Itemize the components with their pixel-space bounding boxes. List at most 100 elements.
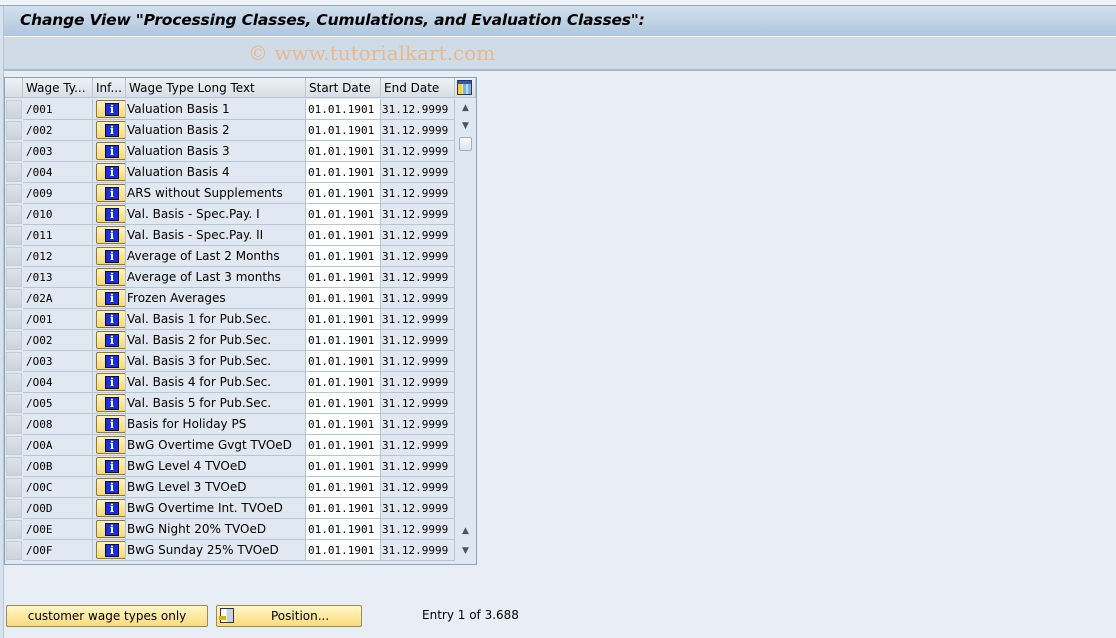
info-button[interactable]: i: [96, 163, 125, 181]
info-button[interactable]: i: [96, 457, 125, 475]
start-date-cell[interactable]: 01.01.1901: [306, 372, 381, 393]
wage-type-cell: /004: [23, 162, 93, 183]
scroll-page-down-icon[interactable]: ▼: [459, 544, 472, 558]
table-row: /004 i Valuation Basis 4 01.01.1901 31.12.99…: [5, 162, 455, 183]
info-icon: i: [105, 376, 119, 389]
start-date-cell[interactable]: 01.01.1901: [306, 456, 381, 477]
info-cell: i: [93, 456, 126, 477]
start-date-cell[interactable]: 01.01.1901: [306, 246, 381, 267]
row-selector[interactable]: [6, 184, 22, 203]
scroll-up-icon[interactable]: ▲: [459, 101, 472, 115]
row-selector[interactable]: [6, 226, 22, 245]
row-selector[interactable]: [6, 205, 22, 224]
scroll-thumb[interactable]: [459, 137, 472, 151]
info-button[interactable]: i: [96, 226, 125, 244]
end-date-cell: 31.12.9999: [381, 519, 455, 540]
start-date-cell[interactable]: 01.01.1901: [306, 99, 381, 120]
position-button[interactable]: Position...: [216, 605, 362, 627]
start-date-cell[interactable]: 01.01.1901: [306, 414, 381, 435]
column-header-end-date[interactable]: End Date: [381, 78, 455, 98]
info-button[interactable]: i: [96, 478, 125, 496]
row-selector[interactable]: [6, 499, 22, 518]
row-selector[interactable]: [6, 394, 22, 413]
info-button[interactable]: i: [96, 520, 125, 538]
row-selector[interactable]: [6, 247, 22, 266]
end-date-cell: 31.12.9999: [381, 162, 455, 183]
row-selector[interactable]: [6, 373, 22, 392]
start-date-cell[interactable]: 01.01.1901: [306, 498, 381, 519]
info-button[interactable]: i: [96, 247, 125, 265]
info-cell: i: [93, 372, 126, 393]
customer-wage-types-only-button[interactable]: customer wage types only: [6, 605, 208, 627]
row-selector[interactable]: [6, 310, 22, 329]
info-button[interactable]: i: [96, 331, 125, 349]
scroll-page-up-icon[interactable]: ▲: [459, 524, 472, 538]
info-button[interactable]: i: [96, 373, 125, 391]
vertical-scrollbar[interactable]: ▲ ▼ ▲ ▼: [456, 99, 475, 563]
row-selector[interactable]: [6, 289, 22, 308]
row-selector[interactable]: [6, 268, 22, 287]
info-button[interactable]: i: [96, 289, 125, 307]
title-bar: Change View "Processing Classes, Cumulat…: [4, 6, 1116, 37]
info-button[interactable]: i: [96, 310, 125, 328]
info-cell: i: [93, 183, 126, 204]
column-header-wage-type[interactable]: Wage Ty...: [23, 78, 93, 98]
start-date-cell[interactable]: 01.01.1901: [306, 309, 381, 330]
row-selector[interactable]: [6, 436, 22, 455]
info-button[interactable]: i: [96, 268, 125, 286]
info-button[interactable]: i: [96, 394, 125, 412]
row-selector[interactable]: [6, 541, 22, 560]
info-button[interactable]: i: [96, 352, 125, 370]
long-text-cell: BwG Night 20% TVOeD: [126, 519, 306, 540]
row-selector[interactable]: [6, 331, 22, 350]
row-selector[interactable]: [6, 520, 22, 539]
info-button[interactable]: i: [96, 541, 125, 559]
start-date-cell[interactable]: 01.01.1901: [306, 435, 381, 456]
start-date-cell[interactable]: 01.01.1901: [306, 477, 381, 498]
row-selector[interactable]: [6, 142, 22, 161]
column-header-long-text[interactable]: Wage Type Long Text: [126, 78, 306, 98]
start-date-cell[interactable]: 01.01.1901: [306, 288, 381, 309]
info-button[interactable]: i: [96, 142, 125, 160]
long-text-cell: Frozen Averages: [126, 288, 306, 309]
row-selector[interactable]: [6, 478, 22, 497]
start-date-cell[interactable]: 01.01.1901: [306, 204, 381, 225]
info-button[interactable]: i: [96, 100, 125, 118]
row-selector[interactable]: [6, 415, 22, 434]
info-icon: i: [105, 355, 119, 368]
table-row: /O0B i BwG Level 4 TVOeD 01.01.1901 31.12.99…: [5, 456, 455, 477]
long-text-cell: Val. Basis 4 for Pub.Sec.: [126, 372, 306, 393]
end-date-cell: 31.12.9999: [381, 435, 455, 456]
start-date-cell[interactable]: 01.01.1901: [306, 351, 381, 372]
start-date-cell[interactable]: 01.01.1901: [306, 162, 381, 183]
table-row: /O0E i BwG Night 20% TVOeD 01.01.1901 31.12.…: [5, 519, 455, 540]
wage-type-cell: /02A: [23, 288, 93, 309]
scroll-down-icon[interactable]: ▼: [459, 119, 472, 133]
info-button[interactable]: i: [96, 499, 125, 517]
start-date-cell[interactable]: 01.01.1901: [306, 540, 381, 561]
select-all-cell[interactable]: [5, 78, 23, 98]
start-date-cell[interactable]: 01.01.1901: [306, 225, 381, 246]
start-date-cell[interactable]: 01.01.1901: [306, 330, 381, 351]
start-date-cell[interactable]: 01.01.1901: [306, 120, 381, 141]
info-button[interactable]: i: [96, 121, 125, 139]
info-button[interactable]: i: [96, 184, 125, 202]
info-button[interactable]: i: [96, 415, 125, 433]
wage-type-cell: /O08: [23, 414, 93, 435]
row-selector[interactable]: [6, 457, 22, 476]
row-selector[interactable]: [6, 100, 22, 119]
column-header-info[interactable]: Inf...: [93, 78, 126, 98]
start-date-cell[interactable]: 01.01.1901: [306, 183, 381, 204]
column-header-start-date[interactable]: Start Date: [306, 78, 381, 98]
row-selector[interactable]: [6, 352, 22, 371]
table-settings-icon[interactable]: [457, 80, 472, 95]
start-date-cell[interactable]: 01.01.1901: [306, 519, 381, 540]
info-button[interactable]: i: [96, 436, 125, 454]
info-button[interactable]: i: [96, 205, 125, 223]
row-selector[interactable]: [6, 121, 22, 140]
start-date-cell[interactable]: 01.01.1901: [306, 141, 381, 162]
row-selector[interactable]: [6, 163, 22, 182]
start-date-cell[interactable]: 01.01.1901: [306, 393, 381, 414]
end-date-cell: 31.12.9999: [381, 372, 455, 393]
start-date-cell[interactable]: 01.01.1901: [306, 267, 381, 288]
